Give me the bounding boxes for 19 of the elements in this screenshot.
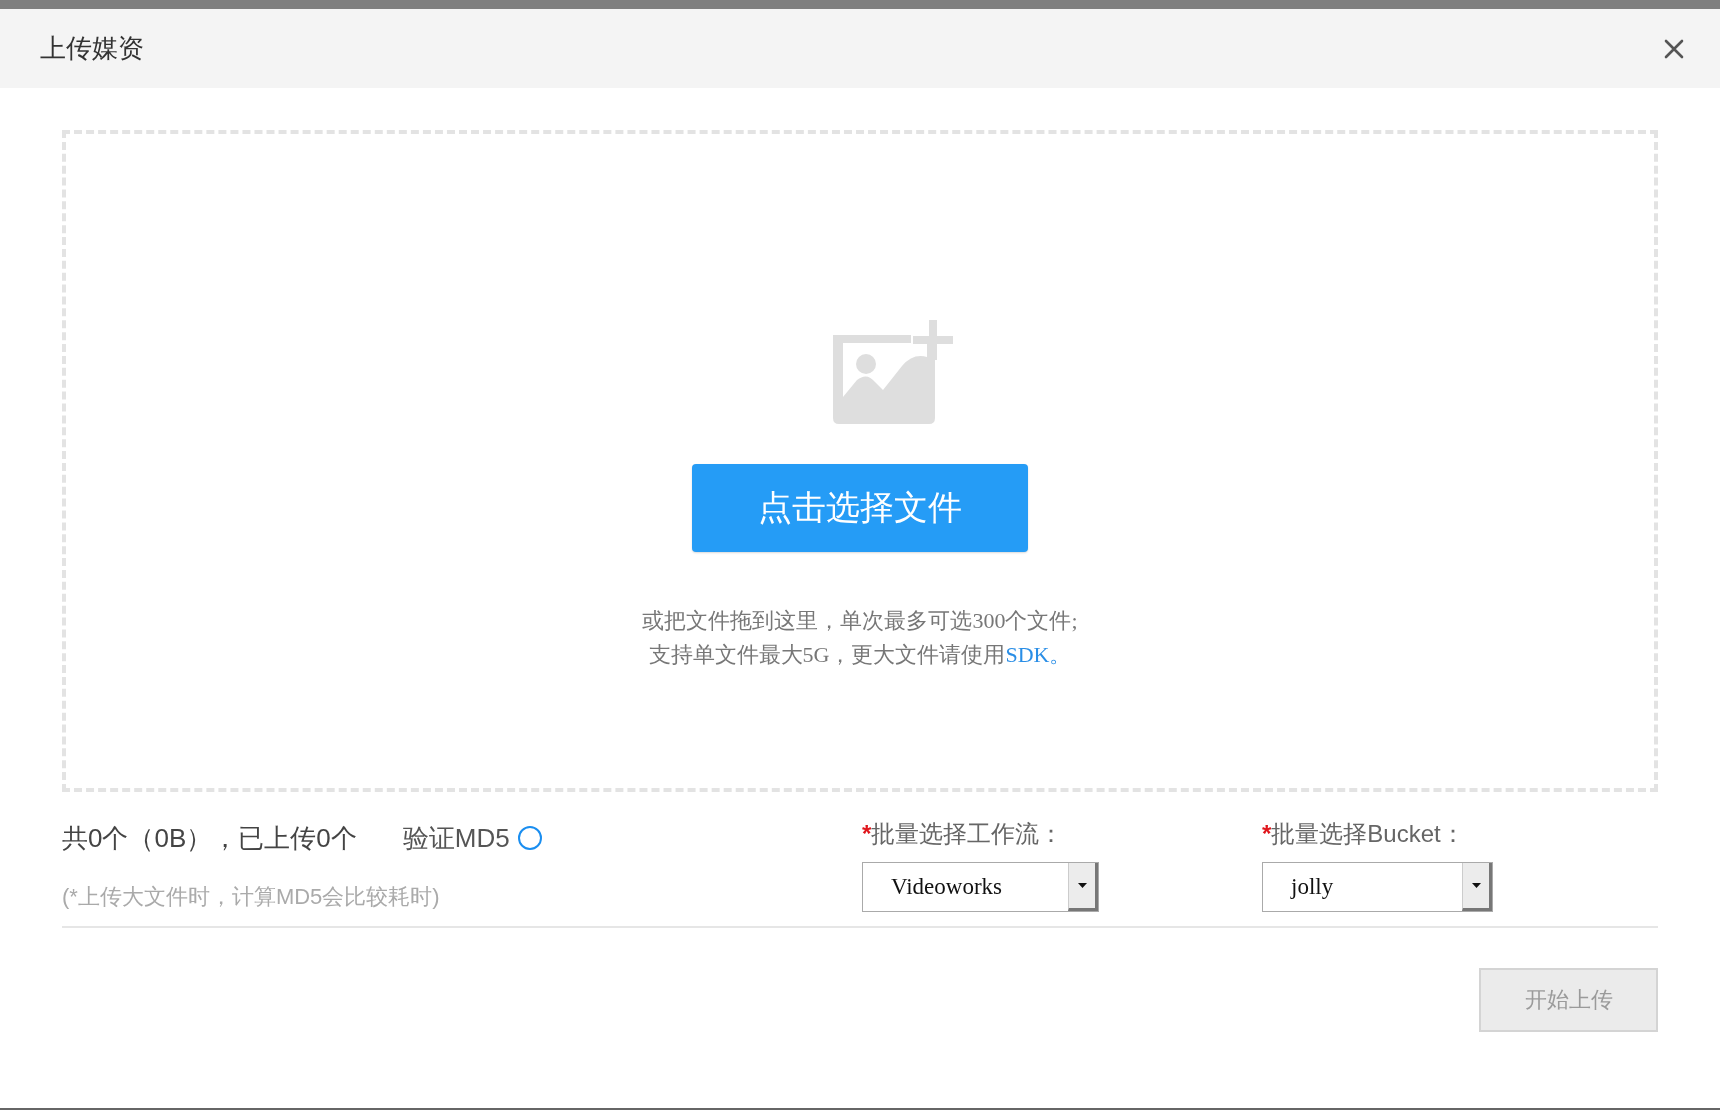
verify-md5-radio[interactable] [517, 826, 542, 850]
upload-summary: 共0个（0B），已上传0个 [62, 821, 357, 855]
upload-limit-hint: 支持单文件最大5G，更大文件请使用SDK。 [648, 641, 1072, 669]
verify-md5-label: 验证MD5 [402, 821, 510, 855]
close-icon[interactable] [1664, 38, 1684, 59]
caret-icon [1471, 883, 1481, 888]
upload-hint: 或把文件拖到这里，单次最多可选300个文件; [642, 607, 1078, 635]
required-mark: * [1262, 820, 1272, 848]
field-label: 批量选择Bucket： [1271, 819, 1465, 849]
caret-icon [1077, 883, 1087, 888]
dialog-title: 上传媒资 [40, 32, 144, 65]
select-file-button[interactable]: 点击选择文件 [692, 464, 1028, 552]
dropdown-select[interactable]: Videoworks [862, 862, 1099, 912]
drop-zone[interactable]: 点击选择文件 或把文件拖到这里，单次最多可选300个文件; 支持单文件最大5G，更大文件请使用SDK。 [62, 130, 1658, 792]
md5-note: (*上传大文件时，计算MD5会比较耗时) [62, 883, 441, 911]
dropdown-select[interactable]: jolly [1262, 862, 1493, 912]
field-label: 批量选择工作流： [871, 819, 1064, 849]
sdk-link[interactable]: SDK。 [1005, 642, 1072, 667]
required-mark: * [862, 820, 872, 848]
